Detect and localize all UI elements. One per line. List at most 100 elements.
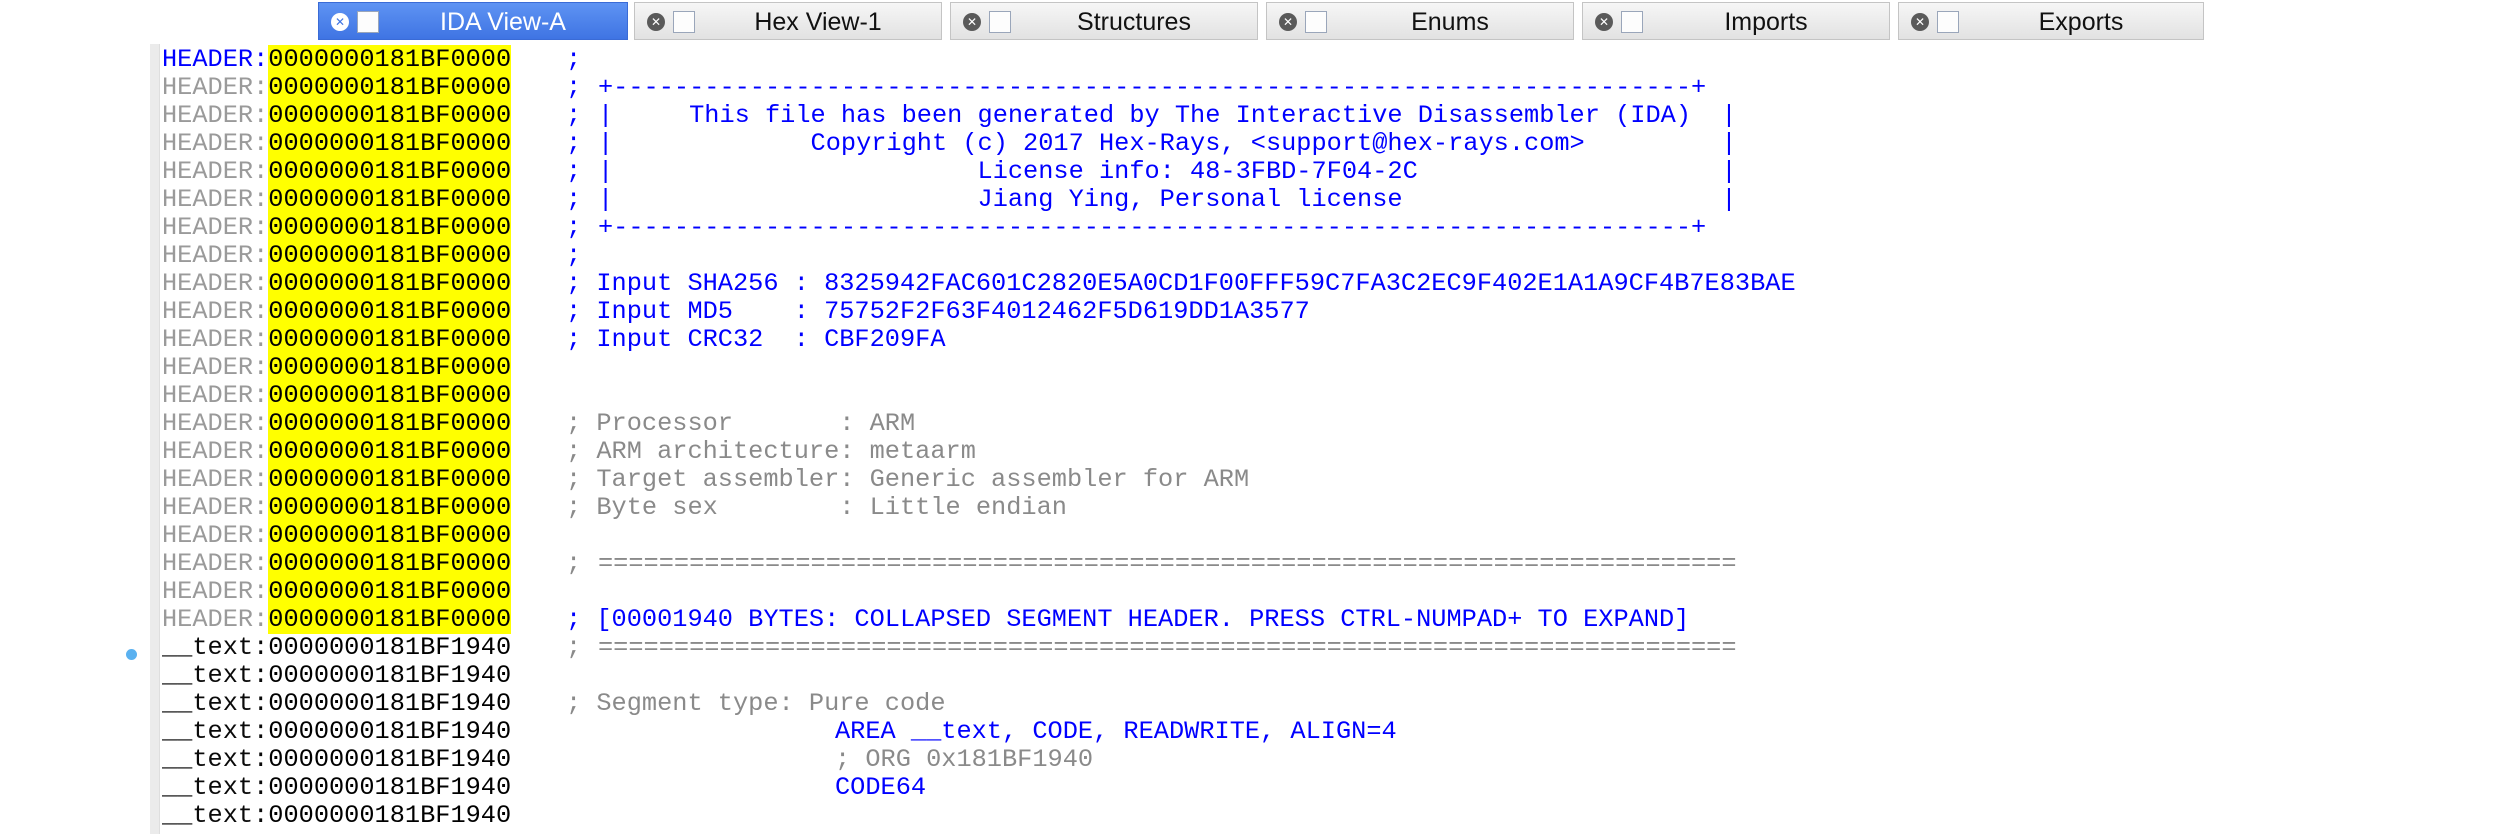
tab-structures[interactable]: ✕ Structures xyxy=(950,2,1258,40)
listing-line[interactable]: __text:0000000181BF1940 CODE64 xyxy=(162,774,2518,802)
arrows-pane xyxy=(0,44,150,834)
address[interactable]: 0000000181BF0000 xyxy=(268,549,512,578)
address[interactable]: 0000000181BF1940 xyxy=(268,717,511,746)
listing-line[interactable]: HEADER:0000000181BF0000 ; Byte sex : Litt… xyxy=(162,493,2518,522)
imports-icon xyxy=(1621,11,1643,33)
listing-line[interactable]: HEADER:0000000181BF0000; ================… xyxy=(162,549,2518,578)
segment-name: HEADER xyxy=(162,157,254,186)
address[interactable]: 0000000181BF1940 xyxy=(268,633,511,662)
pane-splitter[interactable] xyxy=(150,44,160,834)
address[interactable]: 0000000181BF0000 xyxy=(268,185,512,214)
listing-line[interactable]: HEADER:0000000181BF0000 ; Target assemble… xyxy=(162,465,2518,494)
address[interactable]: 0000000181BF1940 xyxy=(268,745,511,774)
listing-line[interactable]: __text:0000000181BF1940 AREA __text, CODE… xyxy=(162,718,2518,746)
address[interactable]: 0000000181BF0000 xyxy=(268,353,512,382)
address[interactable]: 0000000181BF0000 xyxy=(268,297,512,326)
address[interactable]: 0000000181BF0000 xyxy=(268,409,512,438)
listing-line[interactable]: HEADER:0000000181BF0000; xyxy=(162,241,2518,270)
listing-line[interactable]: __text:0000000181BF1940 ; ORG 0x181BF1940 xyxy=(162,746,2518,774)
comment: ; Input CRC32 : CBF209FA xyxy=(566,325,946,354)
address-separator: : xyxy=(253,297,269,326)
address-separator: : xyxy=(253,353,269,382)
listing-line[interactable]: HEADER:0000000181BF0000 xyxy=(162,521,2518,550)
listing-line[interactable]: HEADER:0000000181BF0000; +---------------… xyxy=(162,73,2518,102)
address[interactable]: 0000000181BF0000 xyxy=(268,493,512,522)
listing-line[interactable]: HEADER:0000000181BF0000; | This file has … xyxy=(162,101,2518,130)
address[interactable]: 0000000181BF0000 xyxy=(268,577,512,606)
close-tab-icon[interactable]: ✕ xyxy=(1595,13,1613,31)
address-separator: : xyxy=(253,745,269,774)
tab-exports[interactable]: ✕ Exports xyxy=(1898,2,2204,40)
comment: ; xyxy=(566,101,582,130)
listing-line[interactable]: HEADER:0000000181BF0000 xyxy=(162,353,2518,382)
address[interactable]: 0000000181BF0000 xyxy=(268,129,512,158)
listing-line[interactable]: __text:0000000181BF1940 ; Segment type: P… xyxy=(162,690,2518,718)
address[interactable]: 0000000181BF0000 xyxy=(268,157,512,186)
address-separator: : xyxy=(253,801,269,830)
segment-name: HEADER xyxy=(162,493,254,522)
listing-line[interactable]: HEADER:0000000181BF0000 xyxy=(162,381,2518,410)
address[interactable]: 0000000181BF1940 xyxy=(268,773,511,802)
listing-line[interactable]: HEADER:0000000181BF0000; +---------------… xyxy=(162,213,2518,242)
listing-line[interactable]: HEADER:0000000181BF0000; | Copyright (c) … xyxy=(162,129,2518,158)
listing-line[interactable]: HEADER:0000000181BF0000 ; [00001940 BYTES… xyxy=(162,605,2518,634)
segment-name: __text xyxy=(162,773,254,802)
tab-imports[interactable]: ✕ Imports xyxy=(1582,2,1890,40)
instruction: AREA __text, CODE, READWRITE, ALIGN=4 xyxy=(835,717,1397,746)
address[interactable]: 0000000181BF0000 xyxy=(268,213,512,242)
listing-line[interactable]: HEADER:0000000181BF0000; | Jiang Ying, Pe… xyxy=(162,185,2518,214)
segment-name: HEADER xyxy=(162,129,254,158)
address-separator: : xyxy=(253,45,269,74)
address-separator: : xyxy=(253,549,269,578)
segment-name: HEADER xyxy=(162,213,254,242)
listing-line[interactable]: HEADER:0000000181BF0000 ; Input MD5 : 757… xyxy=(162,297,2518,326)
instruction: ; ORG 0x181BF1940 xyxy=(835,745,1094,774)
listing-line[interactable]: HEADER:0000000181BF0000 xyxy=(162,577,2518,606)
segment-name: __text xyxy=(162,633,254,662)
address[interactable]: 0000000181BF1940 xyxy=(268,689,511,718)
listing-line[interactable]: HEADER:0000000181BF0000 ; ARM architectur… xyxy=(162,437,2518,466)
address-separator: : xyxy=(253,157,269,186)
listing-line[interactable]: HEADER:0000000181BF0000 ; Processor : ARM xyxy=(162,409,2518,438)
listing-line[interactable]: __text:0000000181BF1940; ================… xyxy=(162,634,2518,662)
address[interactable]: 0000000181BF0000 xyxy=(268,73,512,102)
tab-bar: ✕ IDA View-A ✕ Hex View-1 ✕ Structures ✕… xyxy=(0,0,2518,44)
segment-name: HEADER xyxy=(162,521,254,550)
tab-hex-view-1[interactable]: ✕ Hex View-1 xyxy=(634,2,942,40)
comment: ; xyxy=(566,185,582,214)
close-tab-icon[interactable]: ✕ xyxy=(963,13,981,31)
listing-line[interactable]: HEADER:0000000181BF0000; | License info: … xyxy=(162,157,2518,186)
address[interactable]: 0000000181BF0000 xyxy=(268,269,512,298)
segment-name: HEADER xyxy=(162,353,254,382)
address[interactable]: 0000000181BF1940 xyxy=(268,661,511,690)
segment-name: HEADER xyxy=(162,437,254,466)
address-separator: : xyxy=(253,521,269,550)
address[interactable]: 0000000181BF0000 xyxy=(268,521,512,550)
segment-name: __text xyxy=(162,801,254,830)
address[interactable]: 0000000181BF0000 xyxy=(268,325,512,354)
address[interactable]: 0000000181BF0000 xyxy=(268,437,512,466)
address[interactable]: 0000000181BF1940 xyxy=(268,801,511,830)
address[interactable]: 0000000181BF0000 xyxy=(268,381,512,410)
address[interactable]: 0000000181BF0000 xyxy=(268,241,512,270)
address-separator: : xyxy=(253,409,269,438)
close-tab-icon[interactable]: ✕ xyxy=(1911,13,1929,31)
listing-line[interactable]: __text:0000000181BF1940 xyxy=(162,662,2518,690)
address[interactable]: 0000000181BF0000 xyxy=(268,45,512,74)
close-tab-icon[interactable]: ✕ xyxy=(331,13,349,31)
tab-enums[interactable]: ✕ Enums xyxy=(1266,2,1574,40)
segment-name: HEADER xyxy=(162,297,254,326)
disassembly-listing[interactable]: HEADER:0000000181BF0000; HEADER:000000018… xyxy=(162,44,2518,834)
address[interactable]: 0000000181BF0000 xyxy=(268,605,512,634)
listing-line[interactable]: HEADER:0000000181BF0000 ; Input SHA256 : … xyxy=(162,269,2518,298)
tab-ida-view-a[interactable]: ✕ IDA View-A xyxy=(318,2,628,40)
address-separator: : xyxy=(253,773,269,802)
address-separator: : xyxy=(253,717,269,746)
address[interactable]: 0000000181BF0000 xyxy=(268,101,512,130)
close-tab-icon[interactable]: ✕ xyxy=(647,13,665,31)
listing-line[interactable]: HEADER:0000000181BF0000 ; Input CRC32 : C… xyxy=(162,325,2518,354)
listing-line[interactable]: __text:0000000181BF1940 xyxy=(162,802,2518,830)
address[interactable]: 0000000181BF0000 xyxy=(268,465,512,494)
listing-line[interactable]: HEADER:0000000181BF0000; xyxy=(162,45,2518,74)
close-tab-icon[interactable]: ✕ xyxy=(1279,13,1297,31)
